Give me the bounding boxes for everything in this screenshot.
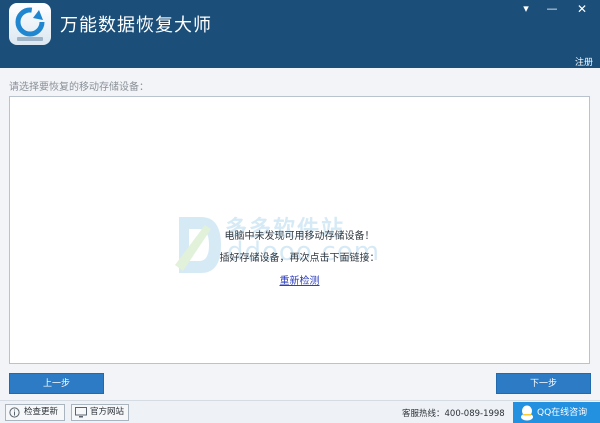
official-website-label: 官方网站 [90, 407, 125, 417]
watermark: 多多软件站 ddooo.com [175, 211, 425, 281]
qq-penguin-icon [521, 405, 533, 421]
redetect-link-wrapper: 重新检测 [10, 272, 589, 287]
device-list-panel[interactable]: 多多软件站 ddooo.com 电脑中未发现可用移动存储设备！ 插好存储设备，再… [9, 96, 590, 364]
status-bar: 检查更新 官方网站 客服热线：400-089-1998 QQ在线咨询 [0, 400, 600, 423]
qq-consult-button[interactable]: QQ在线咨询 [513, 402, 600, 423]
main-content: 请选择要恢复的移动存储设备： 多多软件站 ddooo.com 电脑中未发现可用移… [0, 68, 600, 400]
next-step-button[interactable]: 下一步 [496, 373, 591, 394]
window-title: 万能数据恢复大师 [60, 15, 212, 36]
menu-dropdown-button[interactable]: ▾ [517, 2, 535, 16]
support-hotline: 客服热线：400-089-1998 [402, 409, 505, 419]
close-button[interactable]: ✕ [573, 2, 591, 16]
redetect-link[interactable]: 重新检测 [280, 276, 320, 287]
check-update-button[interactable]: 检查更新 [5, 404, 65, 421]
register-link[interactable]: 注册 [575, 55, 593, 68]
watermark-logo-icon [175, 217, 221, 273]
app-logo-icon [9, 3, 51, 45]
check-update-label: 检查更新 [24, 407, 59, 417]
monitor-icon [75, 407, 87, 418]
previous-step-button[interactable]: 上一步 [9, 373, 104, 394]
official-website-button[interactable]: 官方网站 [71, 404, 129, 421]
minimize-button[interactable]: — [543, 2, 561, 16]
no-device-message: 电脑中未发现可用移动存储设备！ [224, 231, 375, 242]
title-bar: 万能数据恢复大师 ▾ — ✕ 注册 [0, 0, 600, 68]
insert-device-hint: 插好存储设备，再次点击下面链接： [219, 253, 380, 264]
info-icon [9, 407, 20, 418]
qq-consult-label: QQ在线咨询 [537, 408, 588, 418]
device-prompt-label: 请选择要恢复的移动存储设备： [9, 82, 149, 93]
